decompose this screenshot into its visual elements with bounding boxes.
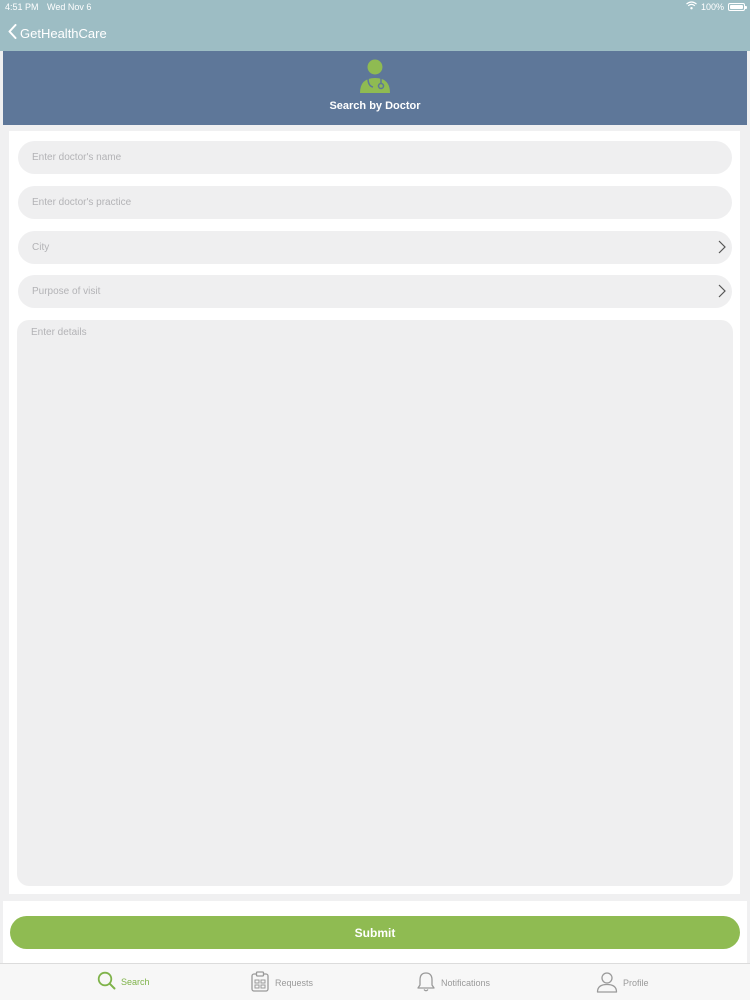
- submit-button[interactable]: Submit: [10, 916, 740, 949]
- chevron-left-icon: [8, 24, 17, 42]
- details-placeholder: Enter details: [31, 327, 87, 338]
- purpose-of-visit-select[interactable]: Purpose of visit: [18, 275, 732, 308]
- doctor-name-field[interactable]: Enter doctor's name: [18, 141, 732, 174]
- doctor-practice-field[interactable]: Enter doctor's practice: [18, 186, 732, 219]
- back-label: GetHealthCare: [20, 25, 107, 41]
- purpose-placeholder: Purpose of visit: [32, 286, 101, 297]
- status-date: Wed Nov 6: [47, 2, 92, 12]
- tab-requests[interactable]: Requests: [250, 971, 313, 994]
- back-button[interactable]: GetHealthCare: [8, 24, 107, 42]
- tab-notifications[interactable]: Notifications: [416, 971, 490, 994]
- doctor-practice-placeholder: Enter doctor's practice: [32, 197, 132, 208]
- search-icon: [97, 971, 116, 992]
- status-bar: 4:51 PM Wed Nov 6 100%: [0, 0, 750, 14]
- battery-icon: [728, 2, 747, 11]
- tab-notifications-label: Notifications: [441, 977, 491, 988]
- header-banner: Search by Doctor: [3, 51, 747, 125]
- doctor-name-placeholder: Enter doctor's name: [32, 152, 122, 163]
- wifi-icon: [686, 1, 697, 12]
- tab-search[interactable]: Search: [97, 971, 150, 992]
- city-placeholder: City: [32, 242, 50, 253]
- clipboard-icon: [250, 971, 270, 994]
- submit-area: Submit: [3, 901, 747, 963]
- search-form: Enter doctor's name Enter doctor's pract…: [9, 131, 740, 894]
- person-icon: [596, 971, 618, 995]
- battery-percent: 100%: [700, 1, 724, 12]
- tab-profile-label: Profile: [623, 978, 649, 988]
- city-select[interactable]: City: [18, 231, 732, 264]
- page-title: Search by Doctor: [329, 100, 421, 112]
- tab-profile[interactable]: Profile: [596, 971, 649, 995]
- tab-requests-label: Requests: [275, 977, 314, 988]
- chevron-right-icon: [718, 284, 726, 303]
- details-textarea[interactable]: Enter details: [17, 320, 733, 886]
- status-time: 4:51 PM: [5, 2, 39, 12]
- tab-search-label: Search: [121, 976, 150, 987]
- status-right: 100%: [686, 1, 747, 12]
- bell-icon: [416, 971, 436, 994]
- navigation-bar: GetHealthCare: [0, 14, 750, 51]
- chevron-right-icon: [718, 240, 726, 259]
- doctor-icon: [359, 58, 391, 99]
- tab-bar: Search Requests Notifications Profile: [0, 963, 750, 1000]
